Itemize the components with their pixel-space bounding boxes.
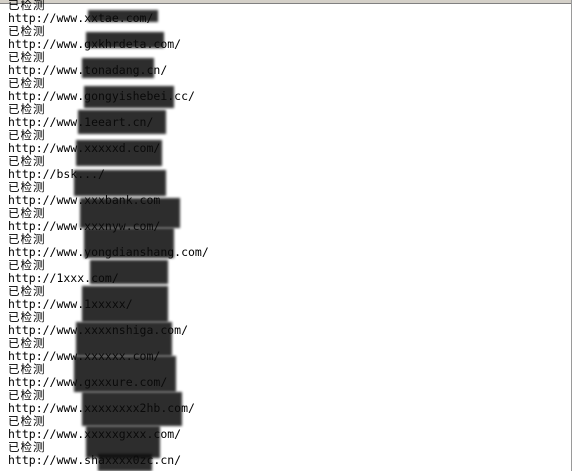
redaction-scribble — [74, 356, 176, 392]
redaction-scribble — [84, 228, 174, 258]
redaction-scribble — [78, 110, 166, 134]
redaction-scribble — [90, 260, 168, 284]
redaction-scribble — [76, 322, 172, 356]
redaction-scribble — [74, 170, 166, 196]
log-window: 已检测 http://www.xxtae.com/ 已检测 http://www… — [0, 0, 572, 471]
redaction-scribble — [86, 32, 164, 48]
redaction-scribble — [84, 86, 174, 108]
redaction-scribble — [76, 140, 162, 166]
redaction-scribble — [88, 10, 158, 22]
redaction-scribble — [98, 454, 152, 471]
redaction-scribble — [82, 392, 182, 426]
redaction-scribble — [80, 198, 180, 228]
redaction-scribble — [82, 286, 168, 322]
redaction-scribble — [82, 58, 154, 78]
